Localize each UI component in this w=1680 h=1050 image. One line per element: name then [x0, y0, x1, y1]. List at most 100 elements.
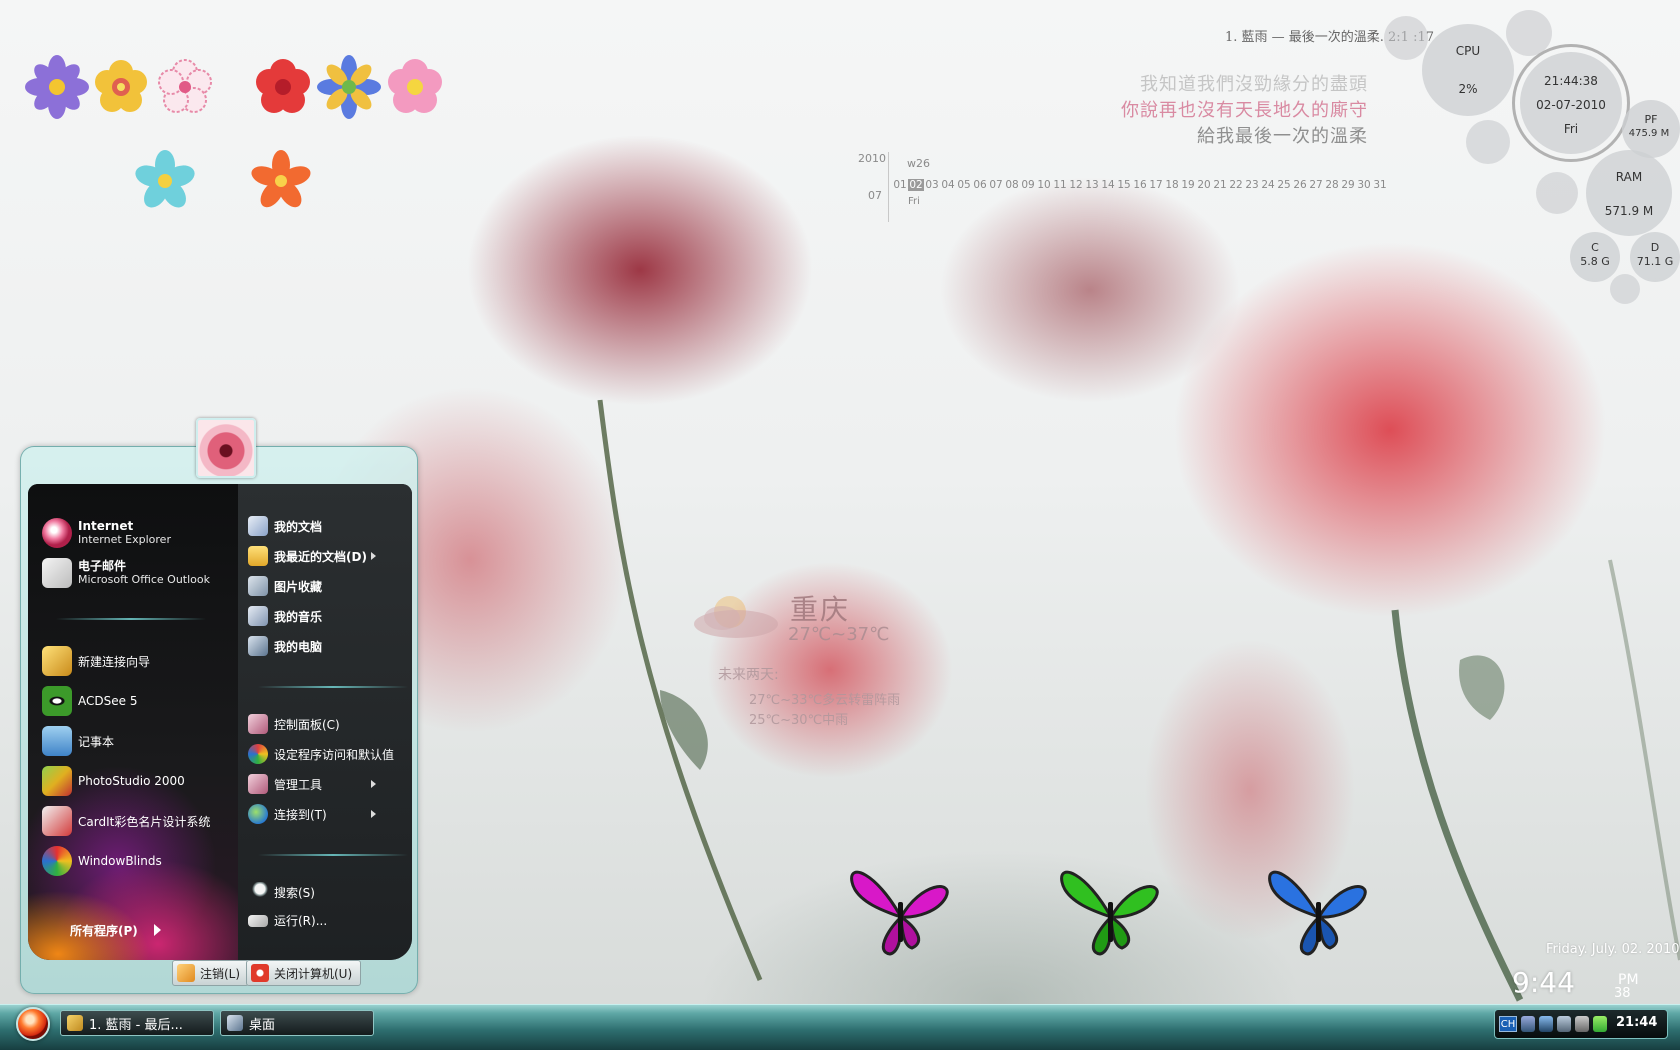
calendar-day: 15: [1117, 179, 1131, 191]
security-icon[interactable]: [1593, 1016, 1607, 1032]
cpu-gauge: CPU 2%: [1422, 24, 1514, 116]
pf-value: 475.9 M: [1628, 128, 1670, 139]
place-pictures[interactable]: 图片收藏: [248, 576, 322, 596]
place-my-documents[interactable]: 我的文档: [248, 516, 322, 536]
program-acdsee[interactable]: ACDSee 5: [42, 686, 137, 716]
network-icon[interactable]: [1539, 1016, 1553, 1032]
connection-wizard-icon: [42, 646, 72, 676]
program-new-connection[interactable]: 新建连接向导: [42, 646, 150, 676]
desktop-icon: [227, 1015, 243, 1031]
drive-c-gauge: C 5.8 G: [1570, 232, 1620, 282]
action-search[interactable]: 搜索(S): [248, 882, 315, 902]
calendar-day: 05: [957, 179, 971, 191]
flower-icon[interactable]: [248, 148, 314, 214]
flower-icon[interactable]: [316, 54, 382, 120]
program-notepad[interactable]: 记事本: [42, 726, 114, 756]
setting-program-defaults[interactable]: 设定程序访问和默认值: [248, 744, 394, 764]
submenu-arrow-icon: [371, 810, 376, 818]
place-recent-documents[interactable]: 我最近的文档(D): [248, 546, 367, 566]
flower-icon[interactable]: [382, 54, 448, 120]
search-icon: [248, 882, 268, 902]
all-programs-button[interactable]: 所有程序(P): [70, 922, 138, 939]
calendar-day: 03: [925, 179, 939, 191]
music-player-icon: [67, 1015, 83, 1031]
desktop-seconds: 38: [1614, 986, 1631, 1001]
calendar-day: 20: [1197, 179, 1211, 191]
user-avatar[interactable]: [196, 418, 256, 478]
lyric-line: 給我最後一次的溫柔: [1197, 126, 1368, 147]
calendar-day: 27: [1309, 179, 1323, 191]
flower-icon[interactable]: [250, 54, 316, 120]
calendar-day: 08: [1005, 179, 1019, 191]
weather-today-temp: 27℃~37℃: [788, 624, 890, 645]
calendar-day: 18: [1165, 179, 1179, 191]
pinned-internet[interactable]: Internet Internet Explorer: [42, 518, 171, 548]
pinned-subtitle: Microsoft Office Outlook: [78, 573, 210, 586]
shutdown-label: 关闭计算机(U): [274, 966, 353, 981]
calendar-week: w26: [907, 157, 930, 170]
taskbar-clock[interactable]: 21:44: [1616, 1015, 1657, 1030]
drop-icon[interactable]: [1557, 1016, 1571, 1032]
start-menu-left-pane: [28, 484, 238, 960]
calendar-day: 10: [1037, 179, 1051, 191]
defaults-icon: [248, 744, 268, 764]
pinned-subtitle: Internet Explorer: [78, 533, 171, 546]
admin-tools-icon: [248, 774, 268, 794]
internet-explorer-icon: [42, 518, 72, 548]
pinned-email[interactable]: 电子邮件 Microsoft Office Outlook: [42, 558, 210, 588]
setting-label: 连接到(T): [274, 807, 327, 822]
program-cardit[interactable]: CardIt彩色名片设计系统: [42, 806, 210, 836]
calendar-day: 24: [1261, 179, 1275, 191]
flower-icon[interactable]: [88, 54, 154, 120]
notepad-icon: [42, 726, 72, 756]
menu-separator: [258, 854, 408, 856]
calendar-days: 01 02 03 04 05 06 07 08 09 10 11 12 13 14 15 16 17 18 19 20…: [892, 178, 1388, 191]
place-label: 我的音乐: [274, 609, 323, 624]
cardit-icon: [42, 806, 72, 836]
weather-cloud-icon: [694, 596, 778, 638]
action-run[interactable]: 运行(R)...: [248, 912, 327, 929]
shutdown-button[interactable]: 关闭计算机(U): [246, 960, 362, 986]
place-my-computer[interactable]: 我的电脑: [248, 636, 322, 656]
language-indicator[interactable]: CH: [1499, 1016, 1517, 1032]
clock-gauge: 21:44:38 02-07-2010 Fri: [1520, 52, 1622, 154]
weather-forecast-day1: 27℃~33℃多云转雷阵雨: [749, 693, 901, 708]
drive-c-value: 5.8 G: [1580, 255, 1610, 268]
program-photostudio[interactable]: PhotoStudio 2000: [42, 766, 185, 796]
setting-admin-tools[interactable]: 管理工具: [248, 774, 322, 794]
clock-time: 21:44:38: [1544, 74, 1598, 88]
start-button[interactable]: [16, 1007, 50, 1041]
windowblinds-icon: [42, 846, 72, 876]
logoff-button[interactable]: 注销(L): [172, 960, 250, 986]
place-label: 我的电脑: [274, 639, 323, 654]
program-label: CardIt彩色名片设计系统: [78, 814, 211, 829]
music-icon: [248, 606, 268, 626]
arrow-right-icon: [154, 924, 161, 936]
taskbar-button-desktop[interactable]: 桌面: [220, 1010, 374, 1036]
lyric-line: 我知道我們沒勁緣分的盡頭: [1140, 74, 1368, 95]
calendar-day: 06: [973, 179, 987, 191]
speaker-icon[interactable]: [1575, 1016, 1589, 1032]
butterfly-icon: [850, 870, 949, 956]
music-note-icon[interactable]: [1521, 1016, 1535, 1032]
submenu-arrow-icon: [371, 552, 376, 560]
flower-icon[interactable]: [132, 148, 198, 214]
folder-icon: [248, 546, 268, 566]
flower-icon[interactable]: [24, 54, 90, 120]
calendar-day: 19: [1181, 179, 1195, 191]
setting-connect-to[interactable]: 连接到(T): [248, 804, 327, 824]
setting-control-panel[interactable]: 控制面板(C): [248, 714, 340, 734]
program-label: 新建连接向导: [78, 654, 151, 669]
control-panel-icon: [248, 714, 268, 734]
calendar-day: 12: [1069, 179, 1083, 191]
flower-icon[interactable]: [152, 54, 218, 120]
taskbar-button-music[interactable]: 1. 藍雨 - 最后...: [60, 1010, 214, 1036]
program-windowblinds[interactable]: WindowBlinds: [42, 846, 162, 876]
place-music[interactable]: 我的音乐: [248, 606, 322, 626]
ram-gauge: RAM 571.9 M: [1586, 150, 1672, 236]
decor-bubble: [1466, 120, 1510, 164]
calendar-day: 07: [989, 179, 1003, 191]
pinned-title: Internet: [78, 519, 134, 533]
place-label: 我最近的文档(D): [274, 549, 367, 564]
program-label: WindowBlinds: [78, 854, 162, 868]
